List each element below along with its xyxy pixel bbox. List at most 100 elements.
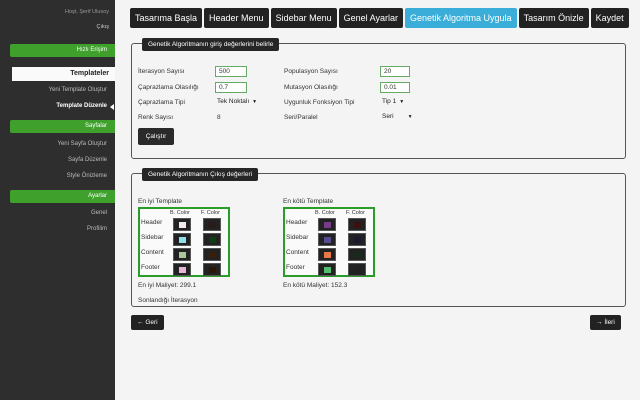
header-bg-color-cell[interactable] — [173, 218, 191, 231]
color-swatch — [324, 267, 331, 273]
color-count-value: 8 — [217, 114, 221, 121]
header-fg-color-cell[interactable] — [348, 218, 366, 231]
mutation-label: Mutasyon Olasılığı — [284, 84, 338, 91]
chevron-down-icon: ▼ — [252, 99, 258, 105]
sidebar-bg-color-cell[interactable] — [318, 233, 336, 246]
color-swatch — [324, 237, 331, 243]
color-swatch — [354, 267, 361, 273]
content-bg-color-cell[interactable] — [318, 248, 336, 261]
sidebar-item-edit-page[interactable]: Sayfa Düzenle — [68, 157, 107, 163]
sidebar-item-profile[interactable]: Profilim — [87, 226, 107, 232]
header-fg-color-cell[interactable] — [203, 218, 221, 231]
sidebar-header-templates[interactable]: Templateler — [12, 67, 115, 81]
sidebar-item-new-page[interactable]: Yeni Sayfa Oluştur — [58, 141, 107, 147]
footer-fg-color-cell[interactable] — [348, 263, 366, 276]
row-label-content: Content — [286, 249, 309, 256]
footer-bg-color-cell[interactable] — [318, 263, 336, 276]
serial-select[interactable]: Seri ▼ — [382, 111, 413, 122]
row-label-header: Header — [286, 219, 308, 226]
color-swatch — [179, 237, 186, 243]
next-button[interactable]: → İleri — [590, 315, 621, 330]
color-swatch — [324, 252, 331, 258]
color-swatch — [209, 237, 216, 243]
quick-access-button[interactable]: Hızlı Erişim — [10, 44, 115, 57]
sidebar-fg-color-cell[interactable] — [348, 233, 366, 246]
color-count-label: Renk Sayısı — [138, 114, 174, 121]
iteration-input[interactable]: 500 — [215, 66, 247, 77]
sidebar: Hoşt, Şerif Ulusoy Çıkış Hızlı Erişim Te… — [0, 0, 115, 400]
color-swatch — [179, 252, 186, 258]
tab-genetic-algorithm[interactable]: Genetik Algoritma Uygula — [405, 8, 517, 28]
bg-color-header: B. Color — [170, 210, 190, 216]
content-fg-color-cell[interactable] — [348, 248, 366, 261]
color-swatch — [179, 222, 186, 228]
best-cost: En iyi Maliyet: 299.1 — [138, 282, 197, 289]
tab-sidebar-menu[interactable]: Sidebar Menu — [270, 8, 337, 28]
found-iteration: Sonlandığı İterasyon — [138, 297, 198, 304]
sidebar-header-settings[interactable]: Ayarlar — [10, 190, 115, 203]
fg-color-header: F. Color — [201, 210, 220, 216]
sidebar-fg-color-cell[interactable] — [203, 233, 221, 246]
user-greeting: Hoşt, Şerif Ulusoy — [64, 9, 109, 15]
fitness-type-label: Uygunluk Fonksiyon Tipi — [284, 99, 355, 106]
worst-template-table: B. Color F. Color Header Sidebar Content… — [283, 207, 375, 277]
color-swatch — [179, 267, 186, 273]
serial-label: Seri/Paralel — [284, 114, 318, 121]
best-template-title: En iyi Template — [138, 198, 182, 205]
crossover-prob-input[interactable]: 0.7 — [215, 82, 247, 93]
color-swatch — [209, 252, 216, 258]
crossover-type-value: Tek Noktalı — [217, 98, 250, 105]
color-swatch — [324, 222, 331, 228]
sidebar-header-pages[interactable]: Sayfalar — [10, 120, 115, 133]
tab-header-menu[interactable]: Header Menu — [204, 8, 269, 28]
mutation-input[interactable]: 0.01 — [380, 82, 410, 93]
color-swatch — [354, 222, 361, 228]
output-panel-title: Genetik Algoritmanın Çıkış değerleri — [142, 168, 259, 181]
tab-general-settings[interactable]: Genel Ayarlar — [338, 8, 403, 28]
tab-design-preview[interactable]: Tasarım Önizle — [518, 8, 589, 28]
row-label-header: Header — [141, 219, 163, 226]
crossover-type-label: Çaprazlama Tipi — [138, 99, 185, 106]
chevron-down-icon: ▼ — [399, 99, 405, 105]
arrow-left-icon: ← — [137, 319, 144, 326]
row-label-footer: Footer — [141, 264, 160, 271]
logout-link[interactable]: Çıkış — [96, 24, 109, 30]
color-swatch — [209, 267, 216, 273]
fitness-type-value: Tip 1 — [382, 98, 397, 105]
content-fg-color-cell[interactable] — [203, 248, 221, 261]
active-indicator-icon — [110, 104, 114, 110]
population-input[interactable]: 20 — [380, 66, 410, 77]
input-panel: Genetik Algoritmanın giriş değerlerini b… — [131, 38, 626, 159]
content-bg-color-cell[interactable] — [173, 248, 191, 261]
back-button[interactable]: ← Geri — [131, 315, 164, 330]
fg-color-header: F. Color — [346, 210, 365, 216]
row-label-footer: Footer — [286, 264, 305, 271]
sidebar-item-general[interactable]: Genel — [91, 210, 107, 216]
arrow-right-icon: → — [596, 319, 603, 326]
tab-save[interactable]: Kaydet — [590, 8, 629, 28]
next-label: İleri — [604, 319, 615, 326]
footer-bg-color-cell[interactable] — [173, 263, 191, 276]
sidebar-item-style-preview[interactable]: Style Önizleme — [67, 173, 107, 179]
run-button[interactable]: Çalıştır — [138, 128, 174, 145]
sidebar-bg-color-cell[interactable] — [173, 233, 191, 246]
input-panel-title: Genetik Algoritmanın giriş değerlerini b… — [142, 38, 280, 51]
serial-value: Seri — [382, 113, 394, 120]
top-nav: Tasarıma Başla Header Menu Sidebar Menu … — [130, 8, 629, 28]
worst-template-title: En kötü Template — [283, 198, 334, 205]
crossover-type-select[interactable]: Tek Noktalı ▼ — [217, 96, 257, 107]
header-bg-color-cell[interactable] — [318, 218, 336, 231]
footer-fg-color-cell[interactable] — [203, 263, 221, 276]
output-panel: Genetik Algoritmanın Çıkış değerleri En … — [131, 168, 626, 307]
row-label-content: Content — [141, 249, 164, 256]
sidebar-item-edit-template[interactable]: Template Düzenle — [56, 103, 107, 109]
crossover-prob-label: Çaprazlama Olasılığı — [138, 84, 199, 91]
row-label-sidebar: Sidebar — [286, 234, 309, 241]
fitness-type-select[interactable]: Tip 1 ▼ — [382, 96, 404, 107]
color-swatch — [209, 222, 216, 228]
worst-cost: En kötü Maliyet: 152.3 — [283, 282, 348, 289]
sidebar-item-new-template[interactable]: Yeni Template Oluştur — [49, 87, 107, 93]
iteration-label: İterasyon Sayısı — [138, 68, 185, 75]
bg-color-header: B. Color — [315, 210, 335, 216]
tab-start-design[interactable]: Tasarıma Başla — [130, 8, 203, 28]
